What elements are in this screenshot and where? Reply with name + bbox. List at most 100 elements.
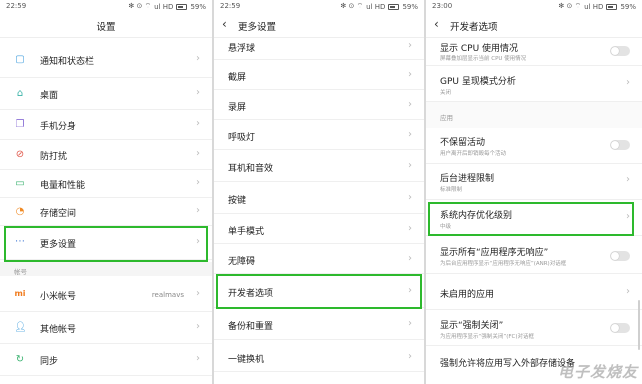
chevron-right-icon: › <box>408 129 412 140</box>
item-label: 单手模式 <box>228 227 265 237</box>
clone-icon: ❐ <box>15 119 25 130</box>
back-arrow-icon[interactable]: ‹ <box>222 17 227 31</box>
item-label: 呼吸灯 <box>228 133 256 143</box>
chevron-right-icon: › <box>408 192 412 203</box>
battery-icon <box>606 3 618 10</box>
more-item-one-hand[interactable]: 单手模式 › <box>214 214 424 244</box>
chevron-right-icon: › <box>408 318 412 329</box>
status-time: 22:59 <box>6 2 27 10</box>
item-label: 桌面 <box>40 91 59 101</box>
toggle-switch[interactable] <box>610 140 630 150</box>
toggle-switch[interactable] <box>610 46 630 56</box>
dnd-icon: ⊘ <box>15 149 25 160</box>
settings-item-sync[interactable]: ↻ 同步 › <box>0 344 212 376</box>
dev-item-inactive-apps[interactable]: 未启用的应用 › <box>426 274 642 310</box>
dev-item-dont-keep-activities[interactable]: 不保留活动 用户离开后即销毁每个活动 <box>426 128 642 164</box>
dev-item-memory-optimization[interactable]: 系统内存优化级别 中级 › <box>426 200 642 236</box>
item-label: 不保留活动 <box>440 138 486 148</box>
more-item-breathing-light[interactable]: 呼吸灯 › <box>214 120 424 150</box>
item-label: 截屏 <box>228 73 247 83</box>
toggle-switch[interactable] <box>610 323 630 333</box>
back-arrow-icon[interactable]: ‹ <box>434 17 439 31</box>
settings-item-battery[interactable]: ▭ 电量和性能 › <box>0 170 212 198</box>
settings-item-desktop[interactable]: ⌂ 桌面 › <box>0 78 212 110</box>
settings-item-storage[interactable]: ◔ 存储空间 › <box>0 198 212 226</box>
item-description: 关闭 <box>440 90 452 96</box>
chevron-right-icon: › <box>196 288 200 299</box>
section-header-apps: 应用 <box>426 102 642 128</box>
chevron-right-icon: › <box>196 236 200 247</box>
item-label: 其他帐号 <box>40 325 77 335</box>
settings-item-notifications[interactable]: ▢ 通知和状态栏 › <box>0 42 212 78</box>
dev-item-show-all-anr[interactable]: 显示所有“应用程序无响应” 为后台应用程序显示“应用程序无响应”(ANR)对话框 <box>426 238 642 274</box>
more-item-phone-transfer[interactable]: 一键换机 › <box>214 340 424 372</box>
section-header-account: 帐号 <box>0 262 212 276</box>
item-label: 开发者选项 <box>228 289 274 299</box>
dev-item-show-force-close[interactable]: 显示“强制关闭” 为应用程序显示“强制关闭”(FC)对话框 <box>426 310 642 346</box>
status-icons: ✻ ⊙ ⌔ <box>340 2 364 10</box>
item-label: 更多设置 <box>40 240 77 250</box>
page-title: 开发者选项 <box>450 22 498 33</box>
scrollbar[interactable] <box>638 300 640 350</box>
chevron-right-icon: › <box>626 77 630 88</box>
account-name: realmavs <box>151 291 184 299</box>
item-label: 电量和性能 <box>40 181 86 191</box>
toggle-switch[interactable] <box>610 251 630 261</box>
watermark-logo: 电子发烧友 <box>557 363 638 381</box>
item-label: 防打扰 <box>40 152 68 162</box>
status-icons: ✻ ⊙ ⌔ <box>128 2 152 10</box>
dev-item-show-cpu[interactable]: 显示 CPU 使用情况 屏幕叠加层显示当前 CPU 使用情况 <box>426 38 642 66</box>
item-label: GPU 呈现模式分析 <box>440 77 516 87</box>
item-label: 显示 CPU 使用情况 <box>440 44 519 54</box>
settings-item-other-accounts[interactable]: 👤︎ 其他帐号 › <box>0 312 212 344</box>
chevron-right-icon: › <box>196 177 200 188</box>
item-description: 中级 <box>440 224 452 230</box>
more-item-buttons[interactable]: 按键 › <box>214 182 424 214</box>
signal-indicator: ul HD <box>366 2 386 11</box>
chevron-right-icon: › <box>408 351 412 362</box>
status-bar: 22:59 ✻ ⊙ ⌔ ul HD 59% <box>214 0 424 13</box>
more-item-accessibility[interactable]: 无障碍 › <box>214 244 424 274</box>
settings-item-mi-account[interactable]: mi 小米帐号 realmavs › <box>0 276 212 312</box>
item-label: 存储空间 <box>40 209 77 219</box>
more-item-screenshot[interactable]: 截屏 › <box>214 60 424 90</box>
status-bar: 23:00 ✻ ⊙ ⌔ ul HD 59% <box>426 0 642 13</box>
page-title: 设置 <box>96 22 116 33</box>
item-description: 标准限制 <box>440 187 463 193</box>
item-label: 耳机和音效 <box>228 164 274 174</box>
chevron-right-icon: › <box>408 223 412 234</box>
chevron-right-icon: › <box>196 118 200 129</box>
settings-item-dnd[interactable]: ⊘ 防打扰 › <box>0 140 212 170</box>
page-title: 更多设置 <box>238 22 277 33</box>
more-item-headphones[interactable]: 耳机和音效 › <box>214 150 424 182</box>
chevron-right-icon: › <box>196 205 200 216</box>
more-item-developer-options[interactable]: 开发者选项 › <box>214 274 424 308</box>
chevron-right-icon: › <box>626 211 630 222</box>
more-item-float-ball[interactable]: 悬浮球 › <box>214 38 424 60</box>
chevron-right-icon: › <box>196 353 200 364</box>
item-description: 用户离开后即销毁每个活动 <box>440 151 507 157</box>
item-label: 无障碍 <box>228 257 256 267</box>
item-label: 未启用的应用 <box>440 290 495 300</box>
dev-item-gpu-profiling[interactable]: GPU 呈现模式分析 关闭 › <box>426 66 642 102</box>
more-item-screen-record[interactable]: 录屏 › <box>214 90 424 120</box>
battery-level: 59% <box>402 2 418 11</box>
item-label: 备份和重置 <box>228 322 274 332</box>
item-description: 屏幕叠加层显示当前 CPU 使用情况 <box>440 56 527 62</box>
status-icons: ✻ ⊙ ⌔ <box>558 2 582 10</box>
chevron-right-icon: › <box>196 148 200 159</box>
chevron-right-icon: › <box>408 99 412 110</box>
dev-item-background-limit[interactable]: 后台进程限制 标准限制 › <box>426 164 642 200</box>
item-label: 小米帐号 <box>40 292 77 302</box>
page-header: 设置 <box>0 13 212 37</box>
battery-level: 59% <box>620 2 636 11</box>
settings-item-more[interactable]: ⋯ 更多设置 › <box>0 226 212 260</box>
status-time: 23:00 <box>432 2 453 10</box>
status-time: 22:59 <box>220 2 241 10</box>
item-label: 手机分身 <box>40 122 77 132</box>
item-label: 显示“强制关闭” <box>440 321 504 331</box>
more-item-backup-reset[interactable]: 备份和重置 › <box>214 308 424 340</box>
settings-item-second-space[interactable]: ❐ 手机分身 › <box>0 110 212 140</box>
page-header: ‹ 开发者选项 <box>426 13 642 37</box>
developer-options-panel: 23:00 ✻ ⊙ ⌔ ul HD 59% ‹ 开发者选项 显示 CPU 使用情… <box>426 0 642 384</box>
